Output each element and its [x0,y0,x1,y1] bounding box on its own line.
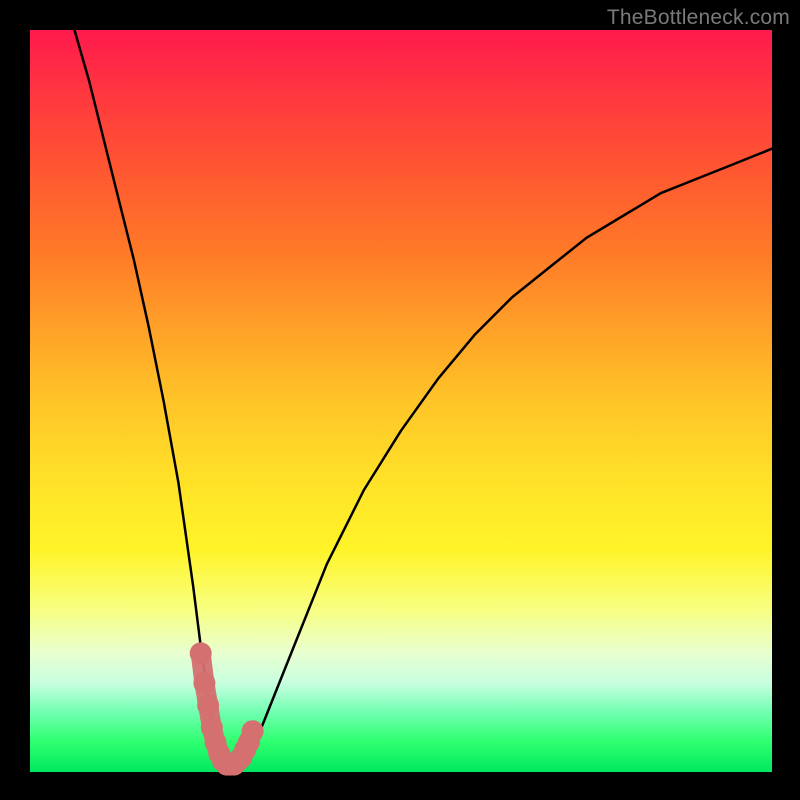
curve-layer [30,30,772,772]
optimal-markers [190,642,264,775]
plot-area [30,30,772,772]
chart-frame: TheBottleneck.com [0,0,800,800]
bottleneck-curve [75,30,773,772]
watermark-text: TheBottleneck.com [607,6,790,30]
